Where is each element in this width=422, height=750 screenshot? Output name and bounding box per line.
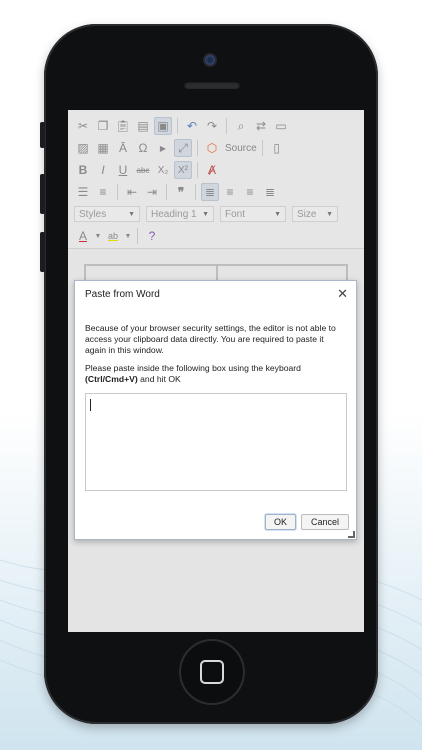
rich-text-editor: ✂ ❐ 📋︎ ▤ ▣ ↶ ↷ ⌕ ⇄ ▭ ▨ ▦ Ā Ω ▶ ⤢ ⬡ Sourc…	[68, 110, 364, 632]
phone-screen: ✂ ❐ 📋︎ ▤ ▣ ↶ ↷ ⌕ ⇄ ▭ ▨ ▦ Ā Ω ▶ ⤢ ⬡ Sourc…	[68, 110, 364, 632]
find-icon[interactable]: ⌕	[232, 117, 250, 135]
volume-up-button	[40, 174, 45, 214]
superscript-icon[interactable]: X²	[174, 161, 192, 179]
align-right-icon[interactable]: ≡	[241, 183, 259, 201]
background-color-icon[interactable]: ab	[104, 227, 122, 245]
italic-icon[interactable]: I	[94, 161, 112, 179]
numbered-list-icon[interactable]: ☰	[74, 183, 92, 201]
undo-icon[interactable]: ↶	[183, 117, 201, 135]
paste-icon[interactable]: 📋︎	[114, 117, 132, 135]
paste-text-icon[interactable]: ▤	[134, 117, 152, 135]
chevron-down-icon: ▼	[128, 210, 135, 218]
format-dropdown[interactable]: Heading 1 ▼	[146, 206, 214, 222]
editor-toolbar: ✂ ❐ 📋︎ ▤ ▣ ↶ ↷ ⌕ ⇄ ▭ ▨ ▦ Ā Ω ▶ ⤢ ⬡ Sourc…	[68, 110, 364, 249]
bulleted-list-icon[interactable]: ≡	[94, 183, 112, 201]
special-char-icon[interactable]: Ω	[134, 139, 152, 157]
source-button[interactable]: Source	[225, 143, 257, 154]
chevron-down-icon: ▼	[326, 210, 333, 218]
help-icon[interactable]: ?	[143, 227, 161, 245]
replace-icon[interactable]: ⇄	[252, 117, 270, 135]
paste-textarea[interactable]	[85, 393, 347, 491]
home-button[interactable]	[181, 641, 243, 703]
cancel-button[interactable]: Cancel	[301, 514, 349, 530]
new-page-icon[interactable]: ▯	[268, 139, 286, 157]
earpiece	[184, 81, 240, 89]
font-dropdown[interactable]: Font ▼	[220, 206, 286, 222]
align-left-icon[interactable]: ≣	[201, 183, 219, 201]
resize-handle[interactable]	[348, 531, 355, 538]
security-message: Because of your browser security setting…	[85, 323, 336, 355]
underline-icon[interactable]: U	[114, 161, 132, 179]
paste-word-icon[interactable]: ▣	[154, 117, 172, 135]
font-dropdown-label: Font	[225, 208, 246, 220]
dialog-title: Paste from Word	[85, 289, 160, 300]
copy-icon[interactable]: ❐	[94, 117, 112, 135]
remove-format-icon[interactable]: Ⱥ	[203, 161, 221, 179]
blockquote-icon[interactable]: ❞	[172, 183, 190, 201]
text-color-icon[interactable]: A	[74, 227, 92, 245]
format-dropdown-label: Heading 1	[151, 208, 197, 220]
chevron-down-icon[interactable]: ▼	[94, 227, 102, 245]
styles-dropdown[interactable]: Styles ▼	[74, 206, 140, 222]
size-dropdown-label: Size	[297, 208, 317, 220]
paste-from-word-dialog: Paste from Word ✕ Because of your browse…	[74, 280, 357, 540]
justify-icon[interactable]: ≣	[261, 183, 279, 201]
html5-icon: ⬡	[206, 141, 218, 155]
table-icon[interactable]: ▦	[94, 139, 112, 157]
styles-dropdown-label: Styles	[79, 208, 107, 220]
strike-icon[interactable]: abc	[134, 161, 152, 179]
close-icon[interactable]: ✕	[337, 286, 348, 302]
chevron-down-icon[interactable]: ▼	[124, 227, 132, 245]
youtube-icon[interactable]: ▶	[154, 139, 172, 157]
indent-icon[interactable]: ⇥	[143, 183, 161, 201]
keyboard-shortcut: (Ctrl/Cmd+V)	[85, 374, 138, 384]
chevron-down-icon: ▼	[202, 210, 209, 218]
align-center-icon[interactable]: ≡	[221, 183, 239, 201]
outdent-icon[interactable]: ⇤	[123, 183, 141, 201]
paste-instruction: Please paste inside the following box us…	[85, 363, 347, 385]
mute-switch	[40, 122, 45, 148]
maximize-icon[interactable]: ⤢	[174, 139, 192, 157]
chevron-down-icon: ▼	[274, 210, 281, 218]
volume-down-button	[40, 232, 45, 272]
subscript-icon[interactable]: X₂	[154, 161, 172, 179]
ok-button[interactable]: OK	[265, 514, 296, 530]
redo-icon[interactable]: ↷	[203, 117, 221, 135]
select-all-icon[interactable]: ▭	[272, 117, 290, 135]
instruction-suffix: and hit OK	[137, 374, 181, 384]
text-caret	[90, 399, 91, 411]
image-icon[interactable]: ▨	[74, 139, 92, 157]
instruction-prefix: Please paste inside the following box us…	[85, 363, 301, 373]
cut-icon[interactable]: ✂	[74, 117, 92, 135]
bold-icon[interactable]: B	[74, 161, 92, 179]
front-camera	[205, 55, 215, 65]
size-dropdown[interactable]: Size ▼	[292, 206, 338, 222]
text-field-icon[interactable]: Ā	[114, 139, 132, 157]
